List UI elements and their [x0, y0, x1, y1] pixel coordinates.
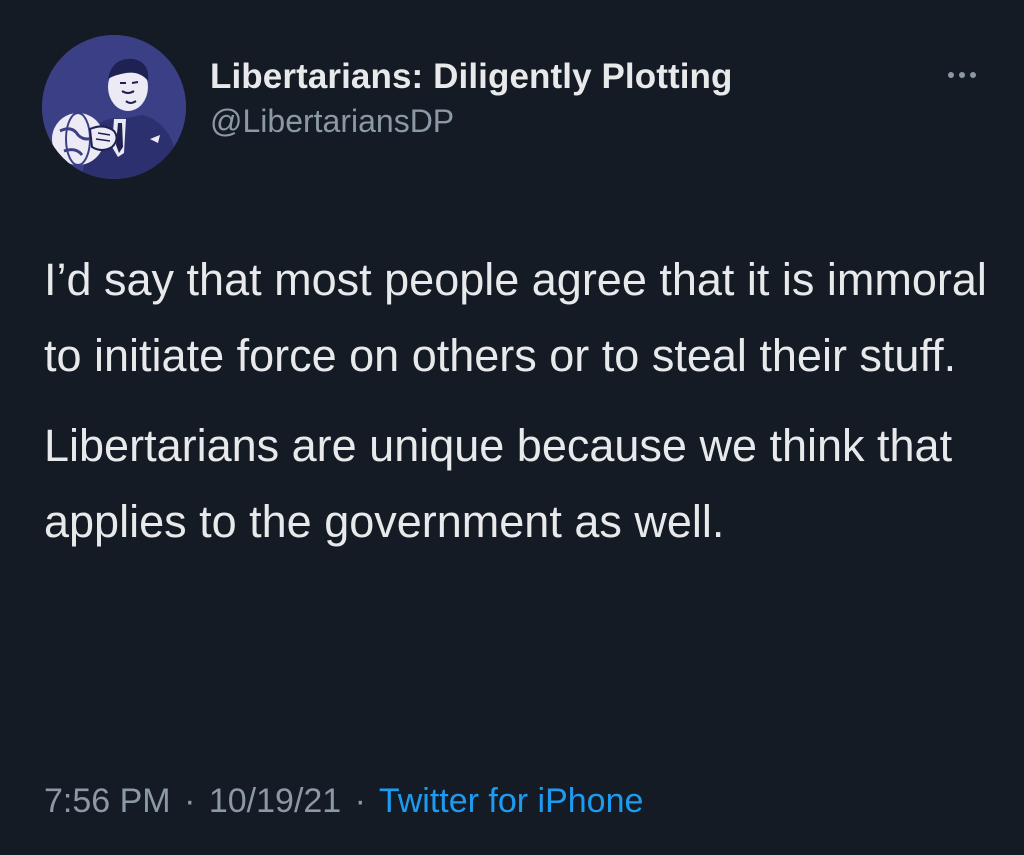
more-horizontal-icon [970, 72, 976, 78]
more-horizontal-icon [959, 72, 965, 78]
tweet-metadata: 7:56 PM · 10/19/21 · Twitter for iPhone [44, 782, 643, 821]
display-name[interactable]: Libertarians: Diligently Plotting [210, 57, 733, 97]
tweet-time[interactable]: 7:56 PM [44, 782, 171, 820]
avatar-illustration-icon [42, 35, 186, 179]
separator: · [354, 782, 366, 820]
tweet-date[interactable]: 10/19/21 [209, 782, 341, 820]
separator: · [184, 782, 196, 820]
more-horizontal-icon [948, 72, 954, 78]
tweet-source-link[interactable]: Twitter for iPhone [379, 782, 644, 820]
user-info[interactable]: Libertarians: Diligently Plotting @Liber… [210, 57, 733, 140]
tweet-card: Libertarians: Diligently Plotting @Liber… [0, 0, 1024, 855]
tweet-paragraph: Libertarians are unique because we think… [44, 420, 953, 547]
profile-avatar[interactable] [42, 35, 186, 179]
tweet-text: I’d say that most people agree that it i… [44, 242, 994, 560]
user-handle[interactable]: @LibertariansDP [210, 103, 733, 140]
tweet-paragraph: I’d say that most people agree that it i… [44, 254, 987, 381]
more-options-button[interactable] [938, 60, 986, 90]
